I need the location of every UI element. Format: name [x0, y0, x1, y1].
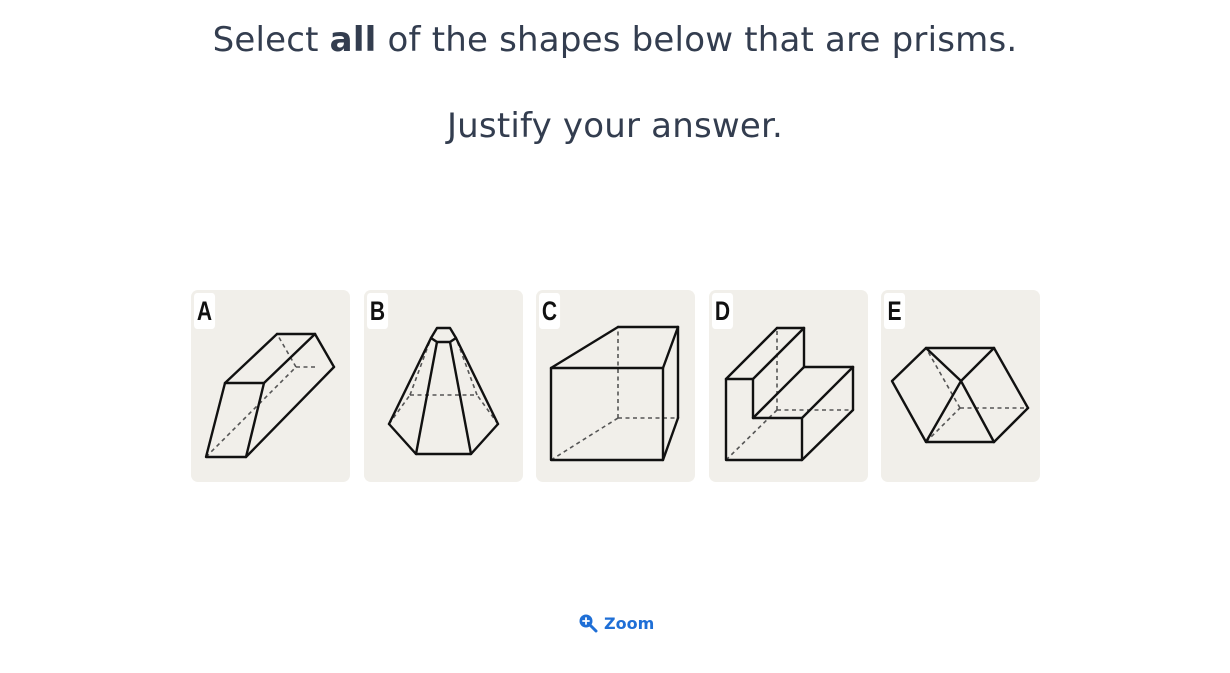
zoom-button[interactable]: Zoom: [578, 610, 654, 636]
prompt-text-start: Select: [212, 20, 330, 60]
question-instruction: Justify your answer.: [446, 106, 784, 146]
zoom-label: Zoom: [604, 613, 655, 633]
shape-label: A: [194, 293, 216, 329]
shape-label: E: [884, 293, 906, 329]
shape-label: D: [712, 293, 734, 329]
shape-label: C: [539, 293, 561, 329]
question-prompt: Select all of the shapes below that are …: [0, 20, 1230, 60]
shape-option-d[interactable]: D: [709, 290, 868, 482]
shape-options: A B C D E: [191, 290, 1040, 482]
shape-option-a[interactable]: A: [191, 290, 350, 482]
question-page: Select all of the shapes below that are …: [0, 0, 1230, 673]
prompt-text-end: of the shapes below that are prisms.: [376, 20, 1018, 60]
shape-option-b[interactable]: B: [364, 290, 523, 482]
shape-option-e[interactable]: E: [881, 290, 1040, 482]
shape-label: B: [367, 293, 389, 329]
zoom-in-icon: [579, 614, 598, 633]
prompt-emphasis: all: [329, 20, 377, 60]
shape-option-c[interactable]: C: [536, 290, 695, 482]
